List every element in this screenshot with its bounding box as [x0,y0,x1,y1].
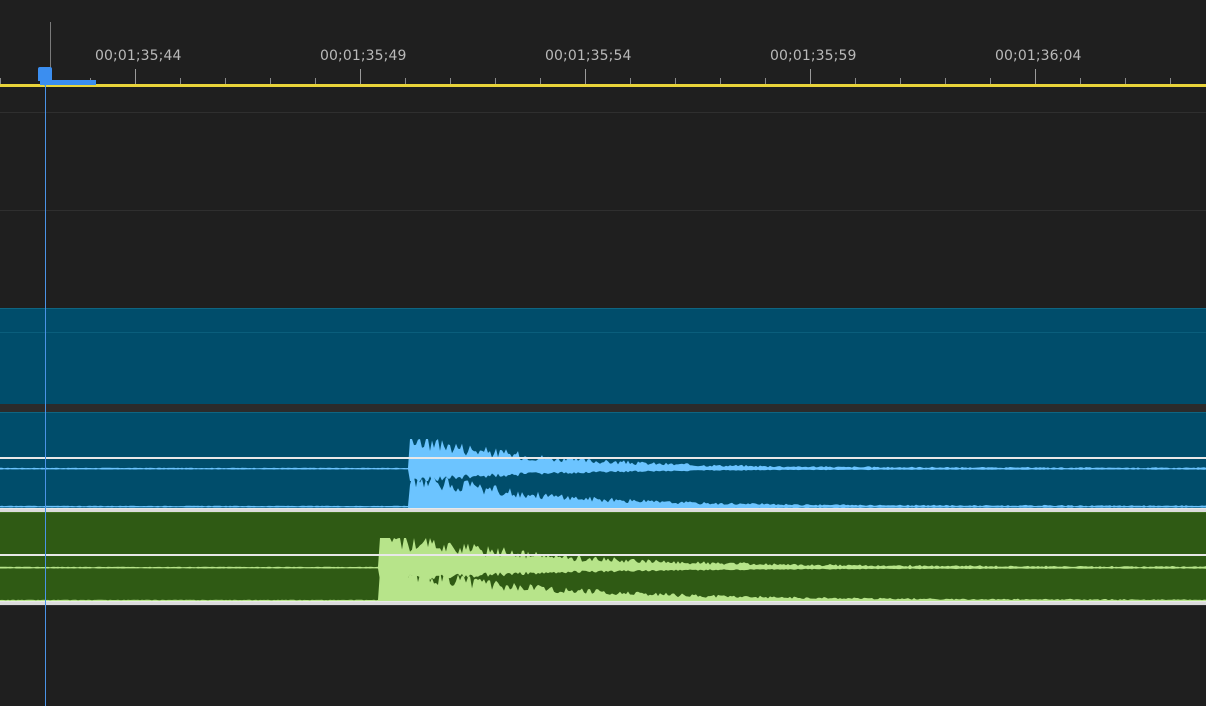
ruler-label-3: 00;01;35;54 [545,48,632,64]
marker-line [50,22,51,70]
video-track-3[interactable] [0,112,1206,211]
ruler-major-tick [360,69,361,85]
audio-waveform-a1 [0,439,1206,510]
timeline-panel: 00;01;35;44 00;01;35;49 00;01;35;54 00;0… [0,0,1206,706]
ruler-major-tick [810,69,811,85]
ruler-major-tick [135,69,136,85]
playhead-handle[interactable] [38,67,52,86]
ruler-label-2: 00;01;35;49 [320,48,407,64]
work-area-bar[interactable] [0,84,1206,87]
ruler-major-tick [1035,69,1036,85]
clip-header-line [0,332,1206,333]
ruler-label-5: 00;01;36;04 [995,48,1082,64]
audio-track-3[interactable] [0,605,1206,706]
channel-divider [0,457,1206,459]
playhead-line[interactable] [45,84,46,706]
audio-waveform-a2 [0,538,1206,603]
track-divider [0,404,1206,412]
video-clip[interactable] [0,308,1206,405]
channel-divider [0,554,1206,556]
ruler-label-1: 00;01;35;44 [95,48,182,64]
ruler-major-tick [585,69,586,85]
ruler-label-4: 00;01;35;59 [770,48,857,64]
audio-clip-a1[interactable] [0,412,1206,510]
audio-clip-a2[interactable] [0,512,1206,603]
video-track-2[interactable] [0,210,1206,309]
time-ruler[interactable]: 00;01;35;44 00;01;35;49 00;01;35;54 00;0… [0,0,1206,88]
